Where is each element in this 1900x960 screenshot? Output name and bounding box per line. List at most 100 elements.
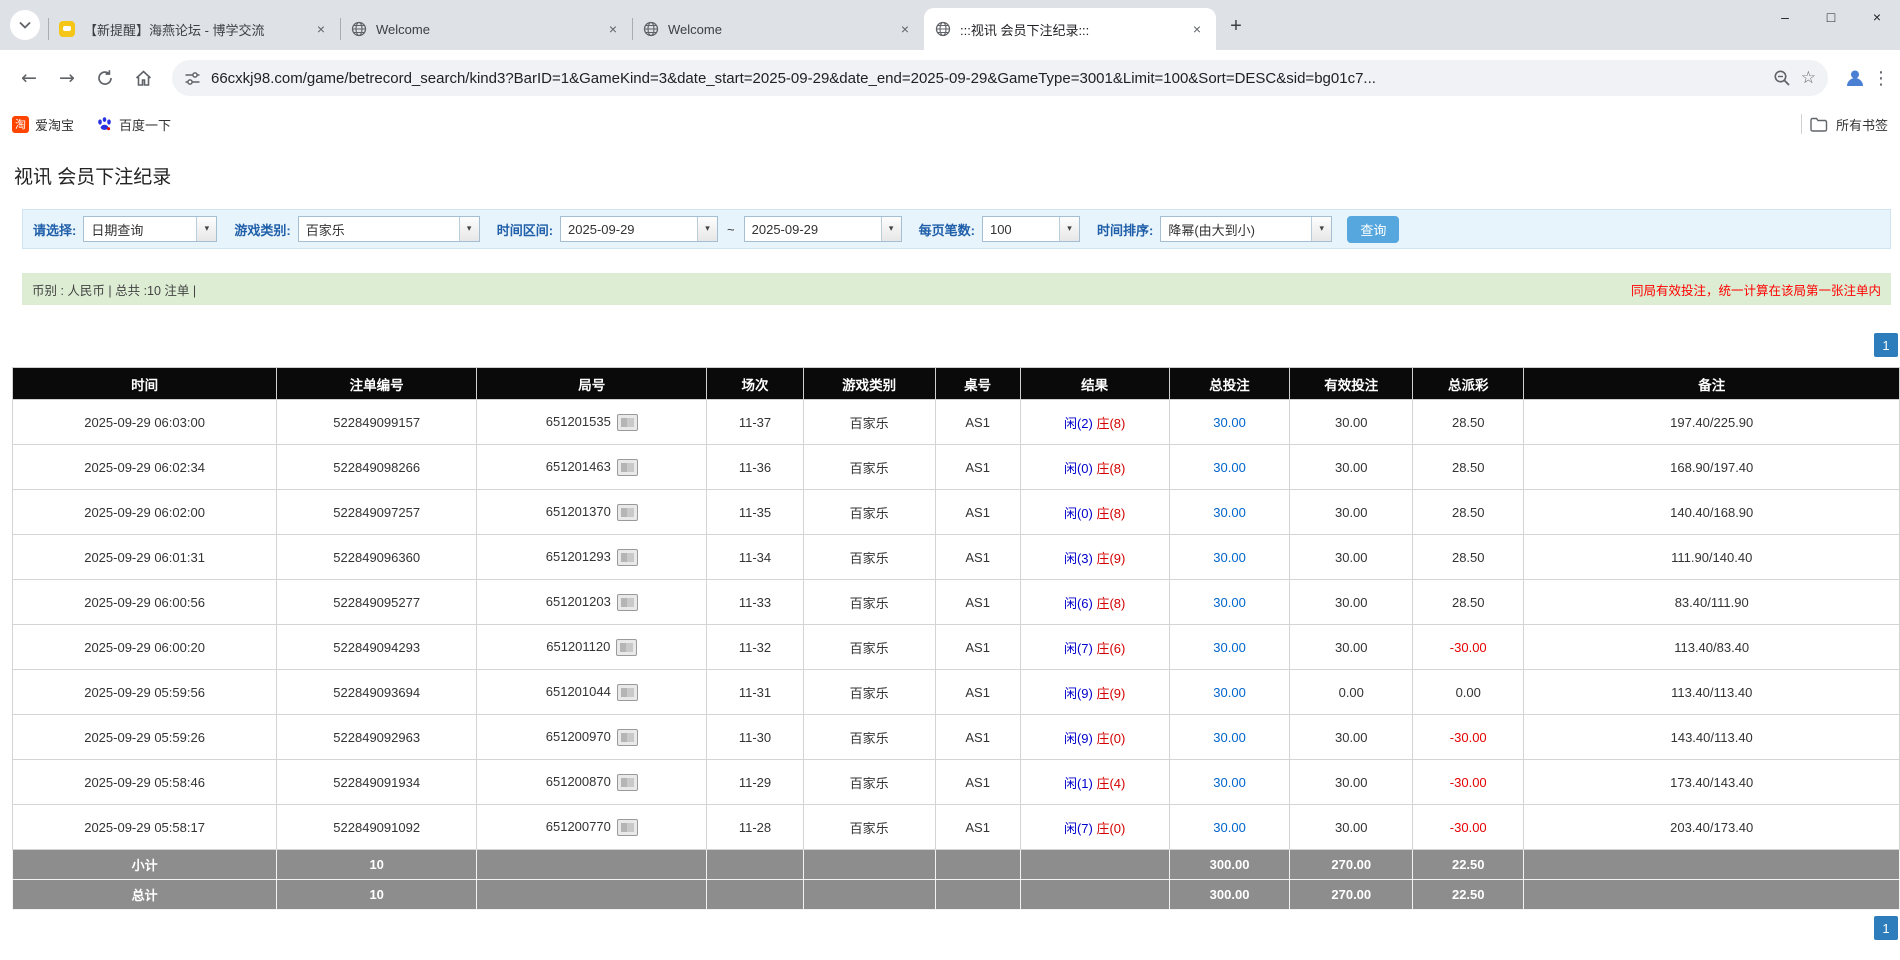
total-bet-link[interactable]: 30.00: [1213, 685, 1246, 700]
table-row: 2025-09-29 05:59:56522849093694651201044…: [13, 670, 1900, 715]
round-detail-icon[interactable]: [617, 729, 638, 746]
date-start-value[interactable]: 2025-09-29: [561, 217, 697, 241]
date-start-combobox[interactable]: 2025-09-29 ▾: [560, 216, 718, 242]
browser-menu-button[interactable]: ⋮: [1872, 68, 1890, 89]
profile-avatar[interactable]: [1838, 61, 1872, 95]
tab-haiyan-forum[interactable]: 【新提醒】海燕论坛 - 博学交流 ×: [48, 8, 340, 50]
total-bet-link[interactable]: 30.00: [1213, 460, 1246, 475]
window-minimize-button[interactable]: –: [1762, 0, 1808, 34]
round-detail-icon[interactable]: [617, 459, 638, 476]
total-bet-link[interactable]: 30.00: [1213, 730, 1246, 745]
cell-session: 11-31: [707, 670, 803, 715]
cell-table: AS1: [935, 490, 1020, 535]
subtotal-valid-bet: 270.00: [1290, 850, 1413, 880]
round-detail-icon[interactable]: [616, 639, 637, 656]
date-end-value[interactable]: 2025-09-29: [745, 217, 881, 241]
cell-game-type: 百家乐: [803, 670, 935, 715]
game-type-value[interactable]: 百家乐: [299, 217, 459, 241]
cell-payout: 0.00: [1413, 670, 1524, 715]
total-bet-link[interactable]: 30.00: [1213, 415, 1246, 430]
cell-time: 2025-09-29 05:59:56: [13, 670, 277, 715]
cell-round: 651201463: [477, 445, 707, 490]
round-detail-icon[interactable]: [617, 414, 638, 431]
round-detail-icon[interactable]: [617, 819, 638, 836]
page-size-value[interactable]: 100: [983, 217, 1059, 241]
bookmark-star-icon[interactable]: ☆: [1801, 68, 1816, 88]
table-row: 2025-09-29 06:01:31522849096360651201293…: [13, 535, 1900, 580]
total-bet-link[interactable]: 30.00: [1213, 640, 1246, 655]
combo-arrow-icon[interactable]: ▾: [697, 217, 717, 241]
sort-value[interactable]: 降幂(由大到小): [1161, 217, 1311, 241]
new-tab-button[interactable]: +: [1222, 12, 1250, 40]
search-button[interactable]: 查询: [1347, 216, 1399, 243]
cell-result: 闲(0) 庄(8): [1020, 445, 1169, 490]
window-maximize-button[interactable]: □: [1808, 0, 1854, 34]
forward-button[interactable]: →: [48, 59, 86, 97]
cell-bet-id: 522849096360: [277, 535, 477, 580]
sort-combobox[interactable]: 降幂(由大到小) ▾: [1160, 216, 1332, 242]
page-size-combobox[interactable]: 100 ▾: [982, 216, 1080, 242]
combo-arrow-icon[interactable]: ▾: [1311, 217, 1331, 241]
total-bet-link[interactable]: 30.00: [1213, 595, 1246, 610]
round-detail-icon[interactable]: [617, 504, 638, 521]
tab-close-icon[interactable]: ×: [1188, 20, 1206, 38]
reload-button[interactable]: [86, 59, 124, 97]
tab-close-icon[interactable]: ×: [312, 20, 330, 38]
page-number-button[interactable]: 1: [1874, 333, 1898, 357]
window-close-button[interactable]: ×: [1854, 0, 1900, 34]
bookmark-baidu[interactable]: 百度一下: [96, 115, 171, 134]
cell-bet-id: 522849091934: [277, 760, 477, 805]
page-number-button[interactable]: 1: [1874, 916, 1898, 940]
cell-remark: 168.90/197.40: [1524, 445, 1900, 490]
cell-total-bet: 30.00: [1169, 535, 1290, 580]
round-detail-icon[interactable]: [617, 549, 638, 566]
cell-game-type: 百家乐: [803, 535, 935, 580]
tab-welcome-2[interactable]: Welcome ×: [632, 8, 924, 50]
total-bet-link[interactable]: 30.00: [1213, 505, 1246, 520]
all-bookmarks[interactable]: 所有书签: [1801, 114, 1888, 134]
total-bet-link[interactable]: 30.00: [1213, 820, 1246, 835]
summary-left-text: 币别 : 人民币 | 总共 :10 注单 |: [32, 280, 196, 299]
combo-arrow-icon[interactable]: ▾: [881, 217, 901, 241]
game-type-combobox[interactable]: 百家乐 ▾: [298, 216, 480, 242]
cell-session: 11-28: [707, 805, 803, 850]
header-round: 局号: [477, 368, 707, 400]
tab-close-icon[interactable]: ×: [896, 20, 914, 38]
total-bet-link[interactable]: 30.00: [1213, 775, 1246, 790]
tab-search-button[interactable]: [10, 10, 40, 40]
round-detail-icon[interactable]: [617, 594, 638, 611]
select-mode-value[interactable]: 日期查询: [84, 217, 196, 241]
bookmark-aitaobao[interactable]: 淘 爱淘宝: [12, 115, 74, 134]
cell-bet-id: 522849092963: [277, 715, 477, 760]
bet-table-body: 2025-09-29 06:03:00522849099157651201535…: [13, 400, 1900, 850]
combo-arrow-icon[interactable]: ▾: [1059, 217, 1079, 241]
date-end-combobox[interactable]: 2025-09-29 ▾: [744, 216, 902, 242]
combo-arrow-icon[interactable]: ▾: [196, 217, 216, 241]
banker-result: 庄(8): [1096, 596, 1125, 611]
home-button[interactable]: [124, 59, 162, 97]
select-mode-combobox[interactable]: 日期查询 ▾: [83, 216, 217, 242]
cell-time: 2025-09-29 06:00:20: [13, 625, 277, 670]
header-remark: 备注: [1524, 368, 1900, 400]
cell-bet-id: 522849095277: [277, 580, 477, 625]
back-button[interactable]: ←: [10, 59, 48, 97]
combo-arrow-icon[interactable]: ▾: [459, 217, 479, 241]
banker-result: 庄(8): [1096, 416, 1125, 431]
address-bar[interactable]: 66cxkj98.com/game/betrecord_search/kind3…: [172, 60, 1828, 96]
cell-session: 11-32: [707, 625, 803, 670]
cell-game-type: 百家乐: [803, 400, 935, 445]
cell-table: AS1: [935, 670, 1020, 715]
table-row: 2025-09-29 05:58:46522849091934651200870…: [13, 760, 1900, 805]
round-detail-icon[interactable]: [617, 774, 638, 791]
cell-valid-bet: 30.00: [1290, 805, 1413, 850]
zoom-icon[interactable]: [1773, 69, 1791, 87]
round-detail-icon[interactable]: [617, 684, 638, 701]
tab-bet-records[interactable]: :::视讯 会员下注纪录::: ×: [924, 8, 1216, 50]
cell-remark: 83.40/111.90: [1524, 580, 1900, 625]
total-bet-link[interactable]: 30.00: [1213, 550, 1246, 565]
cell-remark: 111.90/140.40: [1524, 535, 1900, 580]
tab-welcome-1[interactable]: Welcome ×: [340, 8, 632, 50]
cell-session: 11-33: [707, 580, 803, 625]
pagination-bottom: 1: [0, 916, 1900, 940]
tab-close-icon[interactable]: ×: [604, 20, 622, 38]
